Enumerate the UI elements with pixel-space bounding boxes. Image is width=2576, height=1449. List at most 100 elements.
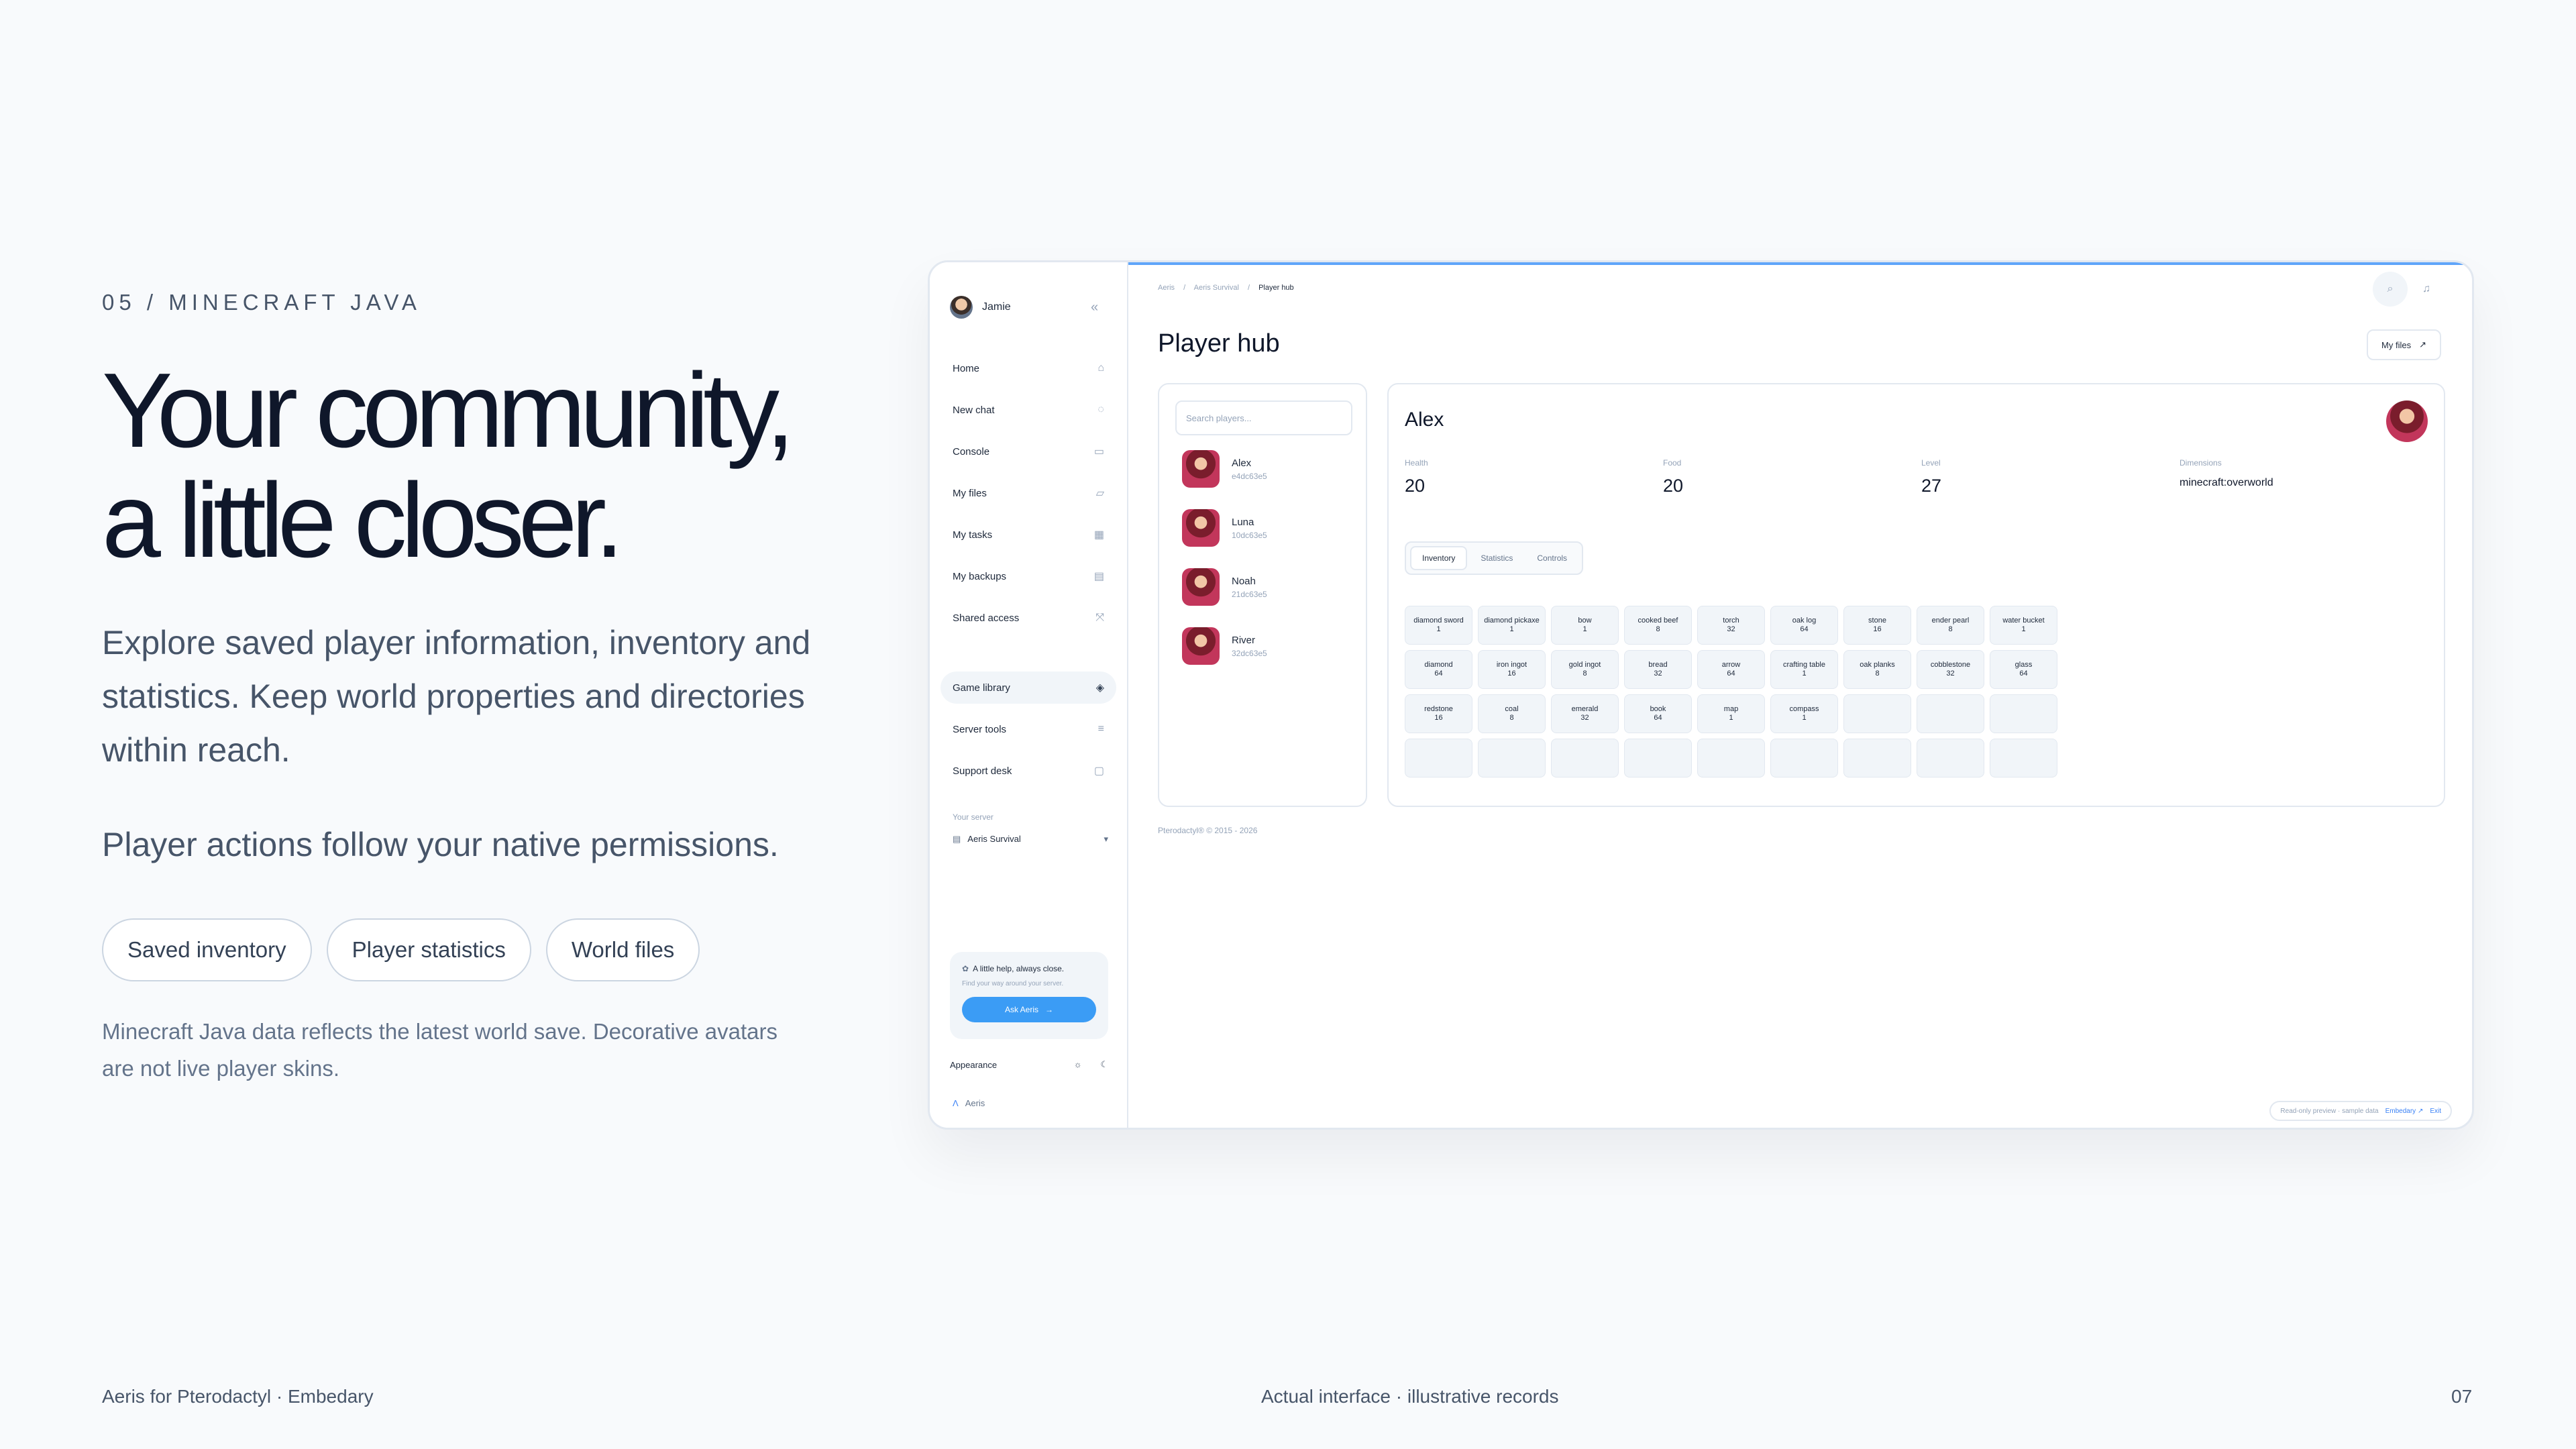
inventory-slot[interactable] xyxy=(1551,739,1619,777)
inventory-slot[interactable]: bread 32 xyxy=(1624,650,1692,689)
inventory-slot[interactable]: bow 1 xyxy=(1551,606,1619,645)
inventory-slot[interactable]: water bucket 1 xyxy=(1990,606,2057,645)
exit-link[interactable]: Exit xyxy=(2430,1108,2441,1115)
player-detail-name: Alex xyxy=(1405,409,1444,431)
user-name: Jamie xyxy=(982,301,1011,313)
eyebrow: 05 / MINECRAFT JAVA xyxy=(102,290,421,315)
inventory-slot[interactable]: diamond sword 1 xyxy=(1405,606,1472,645)
item-name: glass xyxy=(2015,661,2033,669)
inventory-slot[interactable]: ender pearl 8 xyxy=(1917,606,1984,645)
sidebar-item-game-library[interactable]: Game library ◈ xyxy=(941,672,1116,704)
collapse-sidebar-icon[interactable]: « xyxy=(1091,300,1098,315)
item-count: 32 xyxy=(1727,625,1735,633)
chevron-down-icon: ▾ xyxy=(1104,834,1108,844)
inventory-slot[interactable]: redstone 16 xyxy=(1405,694,1472,733)
list-item[interactable]: River 32dc63e5 xyxy=(1182,627,1267,665)
inventory-slot[interactable] xyxy=(1405,739,1472,777)
inventory-slot[interactable]: arrow 64 xyxy=(1697,650,1765,689)
detail-tabs: Inventory Statistics Controls xyxy=(1405,541,1584,575)
breadcrumb: Aeris / Aeris Survival / Player hub xyxy=(1158,284,1294,292)
tab-controls[interactable]: Controls xyxy=(1526,546,1578,570)
inventory-slot[interactable]: book 64 xyxy=(1624,694,1692,733)
breadcrumb-server[interactable]: Aeris Survival xyxy=(1194,284,1239,292)
inventory-slot[interactable]: coal 8 xyxy=(1478,694,1546,733)
inventory-slot[interactable]: map 1 xyxy=(1697,694,1765,733)
sidebar-item-new-chat[interactable]: New chat ◌ xyxy=(941,394,1116,426)
item-name: oak log xyxy=(1792,616,1817,625)
inventory-slot[interactable]: gold ingot 8 xyxy=(1551,650,1619,689)
item-name: ender pearl xyxy=(1931,616,1970,625)
embedary-link[interactable]: Embedary ↗ xyxy=(2385,1108,2424,1115)
page-title: Player hub xyxy=(1158,329,1280,358)
item-count: 16 xyxy=(1873,625,1882,633)
bell-icon[interactable]: ♫ xyxy=(2409,272,2444,307)
item-count: 16 xyxy=(1507,669,1516,678)
avatar xyxy=(1182,568,1220,606)
arrow-right-icon: → xyxy=(1045,1005,1053,1014)
inventory-slot[interactable]: stone 16 xyxy=(1843,606,1911,645)
chip-player-statistics: Player statistics xyxy=(326,918,531,981)
inventory-slot[interactable]: compass 1 xyxy=(1770,694,1838,733)
breadcrumb-aeris[interactable]: Aeris xyxy=(1158,284,1175,292)
sidebar-item-home[interactable]: Home ⌂ xyxy=(941,352,1116,384)
lede: Explore saved player information, invent… xyxy=(102,624,811,769)
inventory-slot[interactable] xyxy=(1917,739,1984,777)
inventory-slot[interactable]: torch 32 xyxy=(1697,606,1765,645)
user-menu[interactable]: Jamie xyxy=(950,296,1011,319)
item-name: oak planks xyxy=(1860,661,1895,669)
inventory-slot[interactable]: oak planks 8 xyxy=(1843,650,1911,689)
inventory-slot[interactable] xyxy=(1990,739,2057,777)
sidebar-item-support-desk[interactable]: Support desk ▢ xyxy=(941,755,1116,787)
inventory-slot[interactable]: iron ingot 16 xyxy=(1478,650,1546,689)
list-item[interactable]: Alex e4dc63e5 xyxy=(1182,450,1267,488)
help-subtitle: Find your way around your server. xyxy=(962,980,1064,987)
inventory-slot[interactable] xyxy=(1770,739,1838,777)
inventory-slot[interactable]: cooked beef 8 xyxy=(1624,606,1692,645)
tab-statistics[interactable]: Statistics xyxy=(1470,546,1523,570)
list-item[interactable]: Luna 10dc63e5 xyxy=(1182,509,1267,547)
list-item[interactable]: Noah 21dc63e5 xyxy=(1182,568,1267,606)
inventory-slot[interactable] xyxy=(1843,739,1911,777)
inventory-slot[interactable]: oak log 64 xyxy=(1770,606,1838,645)
item-name: compass xyxy=(1789,705,1819,713)
item-name: redstone xyxy=(1424,705,1453,713)
inventory-slot[interactable]: cobblestone 32 xyxy=(1917,650,1984,689)
sidebar-item-my-backups[interactable]: My backups ▤ xyxy=(941,560,1116,592)
sidebar-item-my-tasks[interactable]: My tasks ▦ xyxy=(941,519,1116,551)
readonly-note: Read-only preview · sample data xyxy=(2280,1107,2379,1115)
inventory-slot[interactable] xyxy=(1697,739,1765,777)
item-count: 8 xyxy=(1656,625,1660,633)
sun-icon[interactable]: ☼ xyxy=(1074,1059,1082,1069)
inventory-slot[interactable] xyxy=(1624,739,1692,777)
inventory-slot[interactable] xyxy=(1990,694,2057,733)
item-name: gold ingot xyxy=(1568,661,1601,669)
item-count: 16 xyxy=(1434,714,1443,722)
inventory-slot[interactable] xyxy=(1478,739,1546,777)
top-accent-line xyxy=(1128,262,2472,265)
inventory-slot[interactable]: diamond 64 xyxy=(1405,650,1472,689)
sidebar-item-server-tools[interactable]: Server tools ≡ xyxy=(941,713,1116,745)
inventory-slot[interactable] xyxy=(1843,694,1911,733)
search-input[interactable]: Search players... xyxy=(1175,400,1352,435)
item-count: 32 xyxy=(1580,714,1589,722)
sidebar-item-my-files[interactable]: My files ▱ xyxy=(941,477,1116,509)
sidebar-item-shared-access[interactable]: Shared access ⤧ xyxy=(941,602,1116,634)
inventory-slot[interactable] xyxy=(1917,694,1984,733)
item-name: cobblestone xyxy=(1930,661,1971,669)
ask-aeris-button[interactable]: Ask Aeris → xyxy=(962,997,1096,1022)
item-count: 8 xyxy=(1509,714,1514,722)
inventory-slot[interactable]: emerald 32 xyxy=(1551,694,1619,733)
inventory-slot[interactable]: crafting table 1 xyxy=(1770,650,1838,689)
moon-icon[interactable]: ☾ xyxy=(1100,1059,1108,1069)
inventory-slot[interactable]: glass 64 xyxy=(1990,650,2057,689)
server-name: Aeris Survival xyxy=(967,834,1021,844)
search-icon[interactable]: ⌕ xyxy=(2373,272,2408,307)
inventory-slot[interactable]: diamond pickaxe 1 xyxy=(1478,606,1546,645)
player-name: Luna xyxy=(1232,516,1254,528)
my-files-button[interactable]: My files ↗ xyxy=(2367,329,2441,360)
server-selector[interactable]: ▤ Aeris Survival ▾ xyxy=(953,834,1108,845)
tab-inventory[interactable]: Inventory xyxy=(1410,546,1468,570)
sidebar-item-console[interactable]: Console ▭ xyxy=(941,435,1116,468)
permissions-note: Player actions follow your native permis… xyxy=(102,826,779,863)
player-list: Search players... Alex e4dc63e5 Luna 10dc6… xyxy=(1158,383,1367,807)
